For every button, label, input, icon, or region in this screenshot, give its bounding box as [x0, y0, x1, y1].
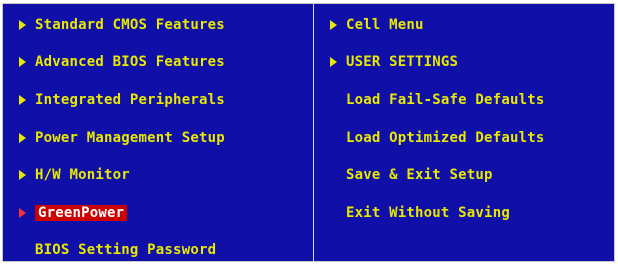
- menu-item-label: Power Management Setup: [35, 130, 225, 146]
- column-divider: [313, 4, 314, 261]
- menu-item-advanced-bios-features[interactable]: Advanced BIOS Features: [19, 52, 225, 72]
- menu-item-label: BIOS Setting Password: [35, 242, 217, 258]
- submenu-arrow-icon: [19, 20, 26, 30]
- menu-item-label: USER SETTINGS: [346, 54, 459, 70]
- menu-item-load-fail-safe-defaults[interactable]: Load Fail-Safe Defaults: [346, 90, 544, 110]
- submenu-arrow-icon: [19, 170, 26, 180]
- menu-item-label: Load Optimized Defaults: [346, 130, 545, 146]
- menu-item-bios-setting-password[interactable]: BIOS Setting Password: [35, 240, 216, 260]
- menu-item-user-settings[interactable]: USER SETTINGS: [330, 52, 458, 72]
- menu-item-label: Save & Exit Setup: [346, 167, 493, 183]
- submenu-arrow-icon: [330, 57, 337, 67]
- submenu-arrow-icon: [19, 133, 26, 143]
- submenu-arrow-icon: [19, 57, 26, 67]
- menu-item-label: Advanced BIOS Features: [35, 54, 225, 70]
- bios-main-menu: Standard CMOS Features Advanced BIOS Fea…: [2, 3, 615, 262]
- menu-item-label: Exit Without Saving: [346, 205, 510, 221]
- menu-item-cell-menu[interactable]: Cell Menu: [330, 15, 424, 35]
- submenu-arrow-icon: [19, 95, 26, 105]
- menu-item-exit-without-saving[interactable]: Exit Without Saving: [346, 203, 510, 223]
- menu-item-power-management-setup[interactable]: Power Management Setup: [19, 128, 225, 148]
- menu-item-greenpower[interactable]: GreenPower: [19, 203, 128, 223]
- menu-item-save-exit-setup[interactable]: Save & Exit Setup: [346, 165, 493, 185]
- menu-item-hw-monitor[interactable]: H/W Monitor: [19, 165, 130, 185]
- menu-item-label: H/W Monitor: [35, 167, 130, 183]
- submenu-arrow-icon: [19, 208, 26, 218]
- menu-item-standard-cmos-features[interactable]: Standard CMOS Features: [19, 15, 225, 35]
- menu-item-integrated-peripherals[interactable]: Integrated Peripherals: [19, 90, 225, 110]
- menu-item-label: Integrated Peripherals: [35, 92, 225, 108]
- menu-item-load-optimized-defaults[interactable]: Load Optimized Defaults: [346, 128, 544, 148]
- menu-item-label: Standard CMOS Features: [35, 17, 225, 33]
- menu-item-label: Cell Menu: [346, 17, 424, 33]
- menu-item-label: Load Fail-Safe Defaults: [346, 92, 545, 108]
- menu-item-label: GreenPower: [35, 205, 128, 221]
- submenu-arrow-icon: [330, 20, 337, 30]
